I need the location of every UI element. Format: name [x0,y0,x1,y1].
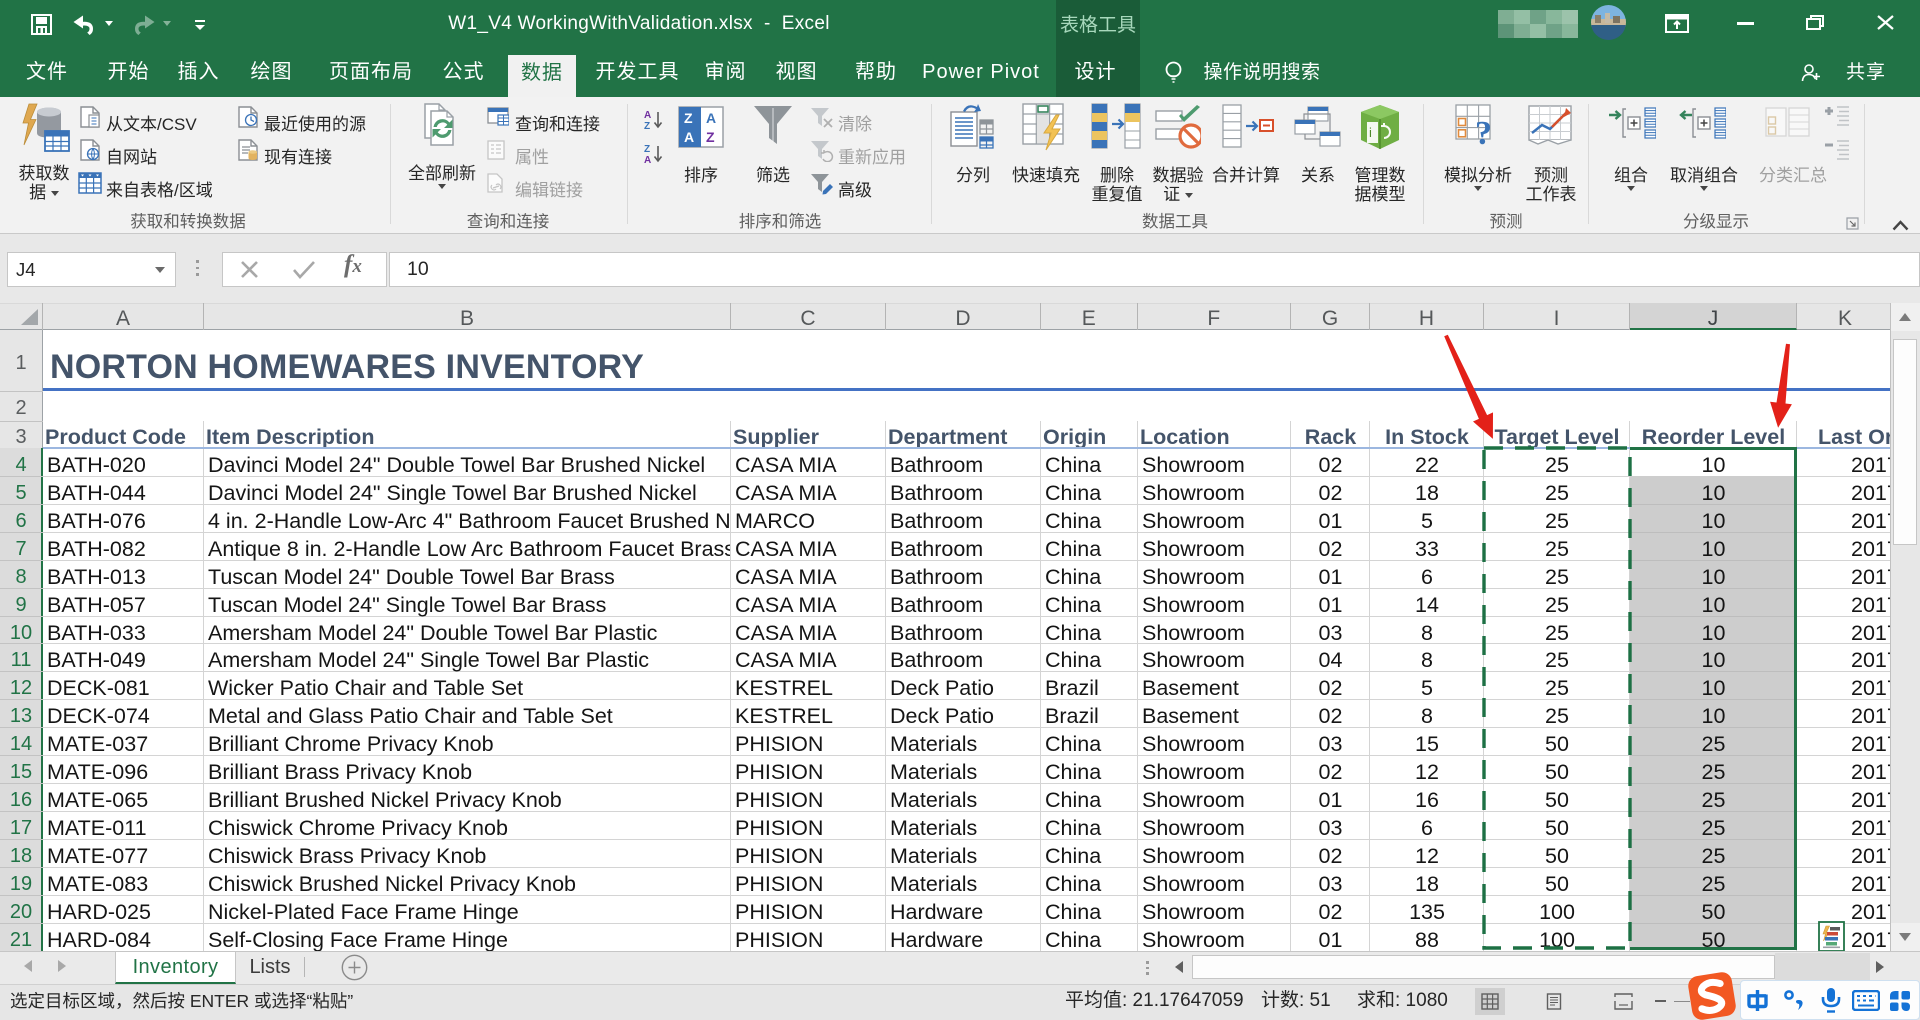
svg-text:i: i [1369,125,1372,140]
svg-text:Z: Z [706,129,715,145]
svg-text:Z: Z [644,144,650,155]
svg-text:A: A [684,129,694,145]
svg-text:Z: Z [684,110,693,126]
svg-text:A: A [706,110,716,126]
svg-text:Z: Z [644,121,650,131]
svg-text:?: ? [1475,115,1492,150]
svg-text:A: A [644,110,651,121]
svg-text:A: A [644,155,651,165]
